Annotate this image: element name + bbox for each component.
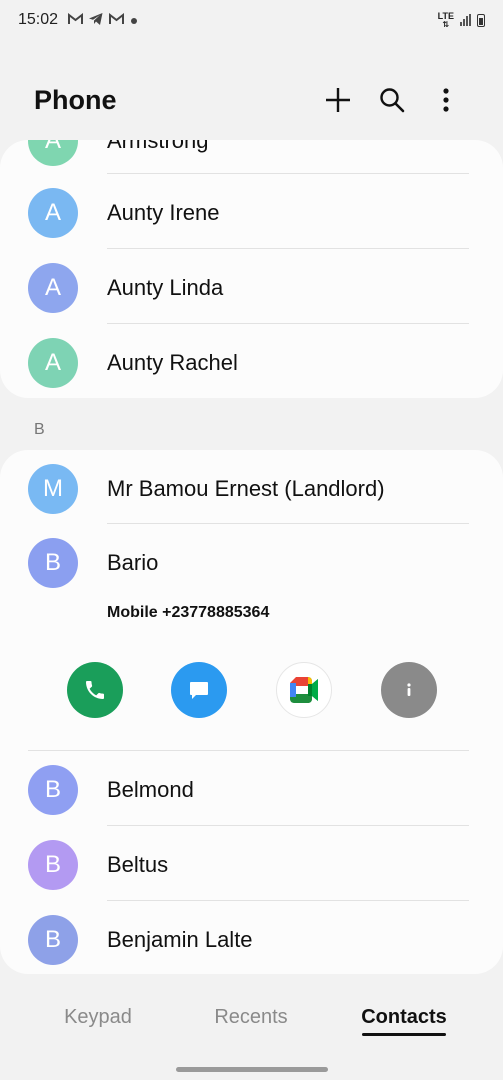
divider: [28, 750, 469, 751]
gmail-icon: [68, 12, 84, 28]
battery-icon: [477, 13, 485, 27]
contact-group-b: M Mr Bamou Ernest (Landlord) B Bario Mob…: [0, 450, 503, 974]
status-bar: 15:02 LTE ⇅: [0, 0, 503, 40]
info-icon: [407, 683, 411, 696]
divider: [107, 825, 469, 826]
avatar-initial: M: [43, 474, 63, 502]
video-call-button[interactable]: [276, 662, 332, 718]
call-button[interactable]: [67, 662, 123, 718]
add-icon: [326, 88, 350, 112]
bottom-tab-bar: Keypad Recents Contacts: [0, 990, 503, 1046]
app-header: Phone: [0, 70, 503, 130]
contact-info-button[interactable]: [381, 662, 437, 718]
section-header-b: B: [34, 421, 45, 438]
search-icon: [380, 88, 405, 113]
home-indicator[interactable]: [176, 1067, 328, 1072]
avatar-initial: A: [44, 273, 61, 301]
avatar-initial: B: [44, 850, 61, 878]
divider: [107, 248, 469, 249]
contact-row[interactable]: B Beltus: [0, 827, 503, 902]
contact-row[interactable]: B Belmond: [0, 752, 503, 827]
gmail-icon: [109, 12, 125, 28]
contact-row[interactable]: M Mr Bamou Ernest (Landlord): [0, 451, 503, 526]
dot-icon: [130, 13, 138, 28]
avatar: B: [28, 537, 78, 588]
lte-indicator: LTE ⇅: [438, 11, 454, 29]
page-title: Phone: [34, 84, 117, 115]
add-contact-button[interactable]: [315, 77, 361, 123]
avatar-initial: B: [44, 925, 61, 953]
contact-name: Beltus: [107, 851, 169, 877]
contact-row[interactable]: B Benjamin Lalte: [0, 902, 503, 974]
divider: [107, 900, 469, 901]
avatar: M: [28, 463, 78, 514]
contact-name: Belmond: [107, 776, 194, 802]
more-options-icon: [443, 88, 449, 112]
contact-row[interactable]: A Aunty Irene: [0, 175, 503, 250]
tab-keypad[interactable]: Keypad: [52, 1006, 144, 1029]
status-left: 15:02: [18, 11, 138, 29]
avatar-initial: A: [44, 198, 61, 226]
phone-icon: [86, 681, 104, 699]
google-meet-icon: [290, 677, 318, 703]
active-tab-indicator: [362, 1033, 446, 1036]
divider: [107, 323, 469, 324]
avatar: A: [28, 140, 78, 166]
avatar: B: [28, 839, 78, 890]
contact-name: Benjamin Lalte: [107, 926, 253, 952]
message-icon: [190, 682, 208, 699]
avatar-initial: A: [44, 348, 61, 376]
contact-name: Aunty Irene: [107, 199, 220, 225]
divider: [107, 523, 469, 524]
data-arrows-icon: ⇅: [442, 19, 450, 29]
contact-name: Bario: [107, 549, 159, 575]
avatar: A: [28, 262, 78, 313]
contact-phone-number: Mobile +23778885364: [107, 604, 270, 621]
avatar-initial: A: [44, 140, 61, 154]
avatar-initial: B: [44, 775, 61, 803]
telegram-icon: [89, 12, 103, 28]
avatar: A: [28, 337, 78, 388]
signal-icon: [460, 14, 471, 26]
tab-contacts[interactable]: Contacts: [356, 1006, 452, 1029]
avatar: B: [28, 914, 78, 965]
more-options-button[interactable]: [423, 77, 469, 123]
avatar: A: [28, 187, 78, 238]
avatar-initial: B: [44, 548, 61, 576]
avatar: B: [28, 764, 78, 815]
contact-name: Armstrong: [107, 140, 209, 153]
contact-name: Aunty Linda: [107, 274, 224, 300]
search-button[interactable]: [369, 77, 415, 123]
contact-group-a: A Armstrong A Aunty Irene A Aunty Linda …: [0, 140, 503, 398]
divider: [107, 173, 469, 174]
contact-name: Aunty Rachel: [107, 349, 238, 375]
message-button[interactable]: [171, 662, 227, 718]
status-right: LTE ⇅: [438, 11, 485, 29]
status-time: 15:02: [18, 11, 59, 28]
contact-row[interactable]: A Aunty Linda: [0, 250, 503, 325]
contact-name: Mr Bamou Ernest (Landlord): [107, 475, 385, 501]
contact-row-expanded[interactable]: B Bario: [0, 525, 503, 600]
contact-row[interactable]: A Aunty Rachel: [0, 325, 503, 398]
tab-recents[interactable]: Recents: [205, 1006, 297, 1029]
